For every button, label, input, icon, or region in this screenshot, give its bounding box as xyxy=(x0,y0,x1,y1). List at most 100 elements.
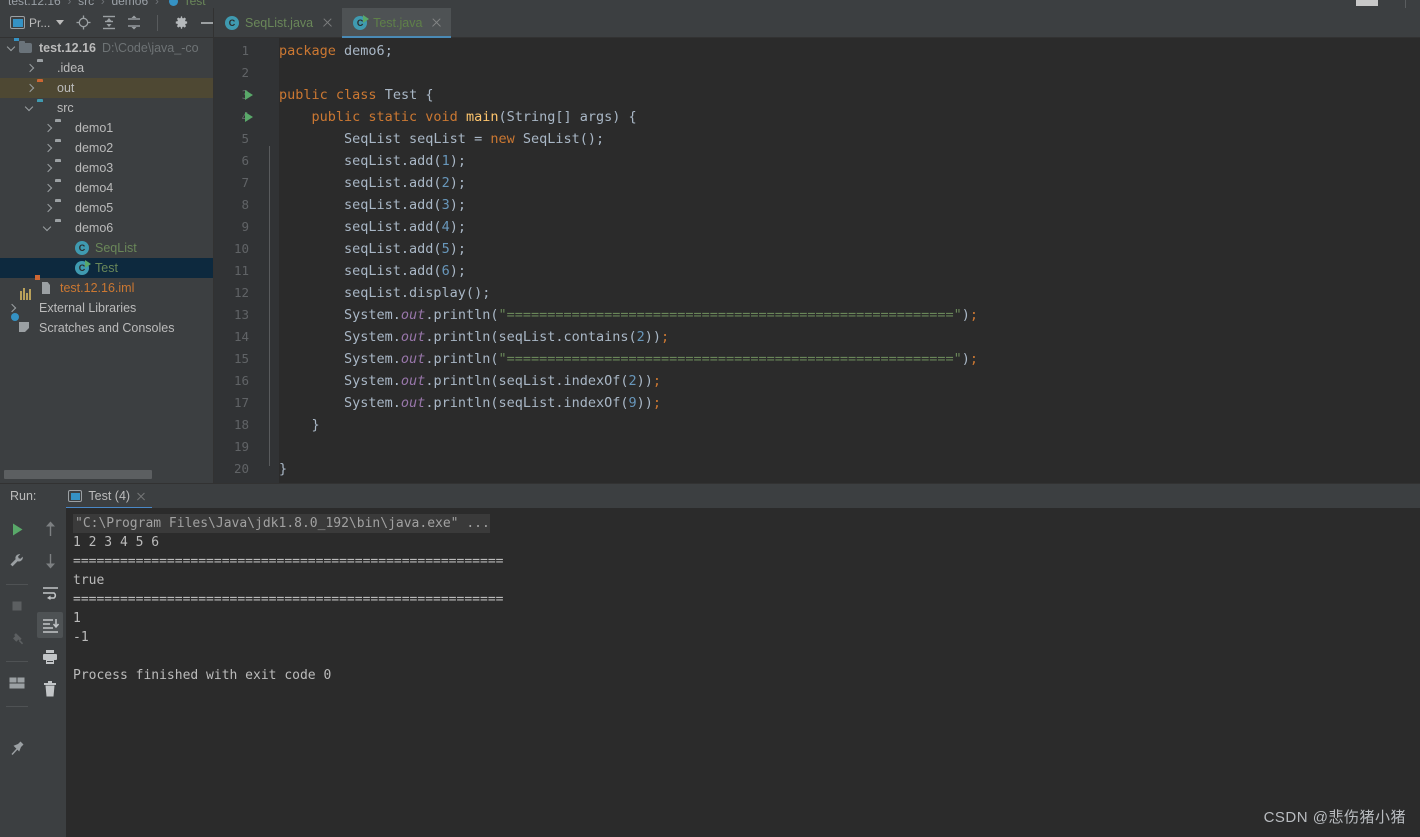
chevron-right-icon[interactable] xyxy=(6,303,17,314)
tree-label: demo2 xyxy=(75,141,114,155)
folder-teal-icon xyxy=(37,101,52,115)
tree-node-src[interactable]: src xyxy=(0,98,213,118)
module-path: D:\Code\java_-co xyxy=(101,41,199,55)
tree-label: .idea xyxy=(57,61,85,75)
tree-node-external-libraries[interactable]: External Libraries xyxy=(0,288,213,318)
package-icon xyxy=(55,181,70,195)
trash-icon[interactable] xyxy=(37,676,63,702)
run-class-gutter-icon[interactable] xyxy=(245,90,253,100)
run-window-label: Run: xyxy=(10,489,37,503)
run-method-gutter-icon[interactable] xyxy=(245,112,253,122)
code-line-5: SeqList seqList = new SeqList(); xyxy=(279,131,605,147)
tree-node-seqlist[interactable]: C SeqList xyxy=(0,238,213,258)
tab-label: SeqList.java xyxy=(245,15,314,30)
project-view-selector[interactable]: Pr... xyxy=(10,16,65,30)
tree-node-demo2[interactable]: demo2 xyxy=(0,138,213,158)
code-line-9: seqList.add(4); xyxy=(279,219,466,235)
package-icon xyxy=(55,161,70,175)
tree-node-iml[interactable]: test.12.16.iml xyxy=(0,275,213,298)
code-line-3: public class Test { xyxy=(279,87,434,103)
tree-label: SeqList xyxy=(95,241,137,255)
line-number: 16 xyxy=(233,373,249,388)
chevron-right-icon[interactable] xyxy=(24,83,35,94)
print-icon[interactable] xyxy=(37,644,63,670)
chevron-down-icon[interactable] xyxy=(24,103,35,114)
tab-test-java[interactable]: C Test.java xyxy=(342,8,452,38)
tree-node-demo5[interactable]: demo5 xyxy=(0,198,213,218)
tree-label: demo1 xyxy=(75,121,114,135)
tree-node-module[interactable]: test.12.16 D:\Code\java_-co xyxy=(0,38,213,58)
expand-all-icon[interactable] xyxy=(127,15,141,30)
code-line-17: System.out.println(seqList.indexOf(9)); xyxy=(279,395,662,411)
libraries-icon xyxy=(19,288,34,315)
chevron-right-icon[interactable] xyxy=(24,63,35,74)
layout-settings-icon[interactable] xyxy=(4,670,30,696)
wrench-icon[interactable] xyxy=(4,548,30,574)
console-line: ========================================… xyxy=(73,554,504,569)
module-icon xyxy=(14,38,34,55)
code-line-18: } xyxy=(279,417,320,433)
editor-gutter[interactable]: 1 2 3 4 5 6 7 8 9 10 11 12 13 14 15 16 1… xyxy=(214,38,259,483)
rerun-icon[interactable] xyxy=(4,516,30,542)
chevron-down-icon[interactable] xyxy=(6,43,17,54)
package-icon xyxy=(55,201,70,215)
close-icon[interactable] xyxy=(322,17,333,28)
code-line-20: } xyxy=(279,461,288,477)
tree-label: External Libraries xyxy=(39,301,137,315)
scroll-up-icon[interactable] xyxy=(37,516,63,542)
breadcrumb-segment-package[interactable]: demo6 xyxy=(111,0,148,8)
tree-node-test[interactable]: C Test xyxy=(0,258,213,278)
breadcrumb-current-file[interactable]: Test xyxy=(184,0,206,8)
tree-node-demo6[interactable]: demo6 xyxy=(0,218,213,238)
gear-icon[interactable] xyxy=(174,15,189,30)
line-number: 17 xyxy=(233,395,249,410)
locate-icon[interactable] xyxy=(76,15,91,30)
java-runnable-class-icon: C xyxy=(75,260,91,275)
stop-icon[interactable] xyxy=(4,593,30,619)
console-output[interactable]: "C:\Program Files\Java\jdk1.8.0_192\bin\… xyxy=(66,508,1420,837)
scroll-to-end-icon[interactable] xyxy=(37,612,63,638)
line-number: 13 xyxy=(233,307,249,322)
tree-label: Test xyxy=(95,261,118,275)
scrollbar-thumb[interactable] xyxy=(4,470,152,479)
breadcrumb-segment-project[interactable]: test.12.16 xyxy=(8,0,61,8)
code-line-8: seqList.add(3); xyxy=(279,197,466,213)
line-number: 14 xyxy=(233,329,249,344)
tree-node-scratches[interactable]: Scratches and Consoles xyxy=(0,313,213,338)
breadcrumb-segment-src[interactable]: src xyxy=(78,0,94,8)
code-text[interactable]: package demo6; public class Test { publi… xyxy=(279,38,1420,483)
close-icon[interactable] xyxy=(431,17,442,28)
folder-orange-icon xyxy=(37,81,52,95)
tree-node-demo4[interactable]: demo4 xyxy=(0,178,213,198)
rerun-failed-tests-icon[interactable] xyxy=(4,625,30,651)
pin-icon[interactable] xyxy=(4,735,30,761)
project-tree[interactable]: test.12.16 D:\Code\java_-co .idea out sr… xyxy=(0,38,213,466)
window-restore-button[interactable] xyxy=(1356,0,1378,6)
code-editor[interactable]: 1 2 3 4 5 6 7 8 9 10 11 12 13 14 15 16 1… xyxy=(214,38,1420,483)
scroll-down-icon[interactable] xyxy=(37,548,63,574)
line-number: 2 xyxy=(241,65,249,80)
toolbar-divider xyxy=(157,14,159,31)
tab-seqlist-java[interactable]: C SeqList.java xyxy=(214,8,342,37)
soft-wrap-icon[interactable] xyxy=(37,580,63,606)
tree-node-idea[interactable]: .idea xyxy=(0,58,213,78)
line-number: 10 xyxy=(233,241,249,256)
run-tab-test[interactable]: Test (4) xyxy=(66,484,152,509)
project-horizontal-scrollbar[interactable] xyxy=(0,466,213,483)
collapse-all-icon[interactable] xyxy=(102,15,116,30)
code-line-15: System.out.println("====================… xyxy=(279,351,979,367)
line-number: 6 xyxy=(241,153,249,168)
tree-node-demo3[interactable]: demo3 xyxy=(0,158,213,178)
project-window-icon xyxy=(10,16,25,29)
tree-label: test.12.16.iml xyxy=(60,281,135,295)
editor-tab-bar: C SeqList.java C Test.java xyxy=(214,8,1420,38)
code-line-6: seqList.add(1); xyxy=(279,153,466,169)
line-number: 7 xyxy=(241,175,249,190)
folder-grey-icon xyxy=(37,61,52,75)
tree-node-out[interactable]: out xyxy=(0,78,213,98)
tree-node-demo1[interactable]: demo1 xyxy=(0,118,213,138)
intellij-idea-window: test.12.16 › src › demo6 › Test Pr... te… xyxy=(0,0,1420,837)
line-number: 12 xyxy=(233,285,249,300)
close-icon[interactable] xyxy=(136,491,146,501)
